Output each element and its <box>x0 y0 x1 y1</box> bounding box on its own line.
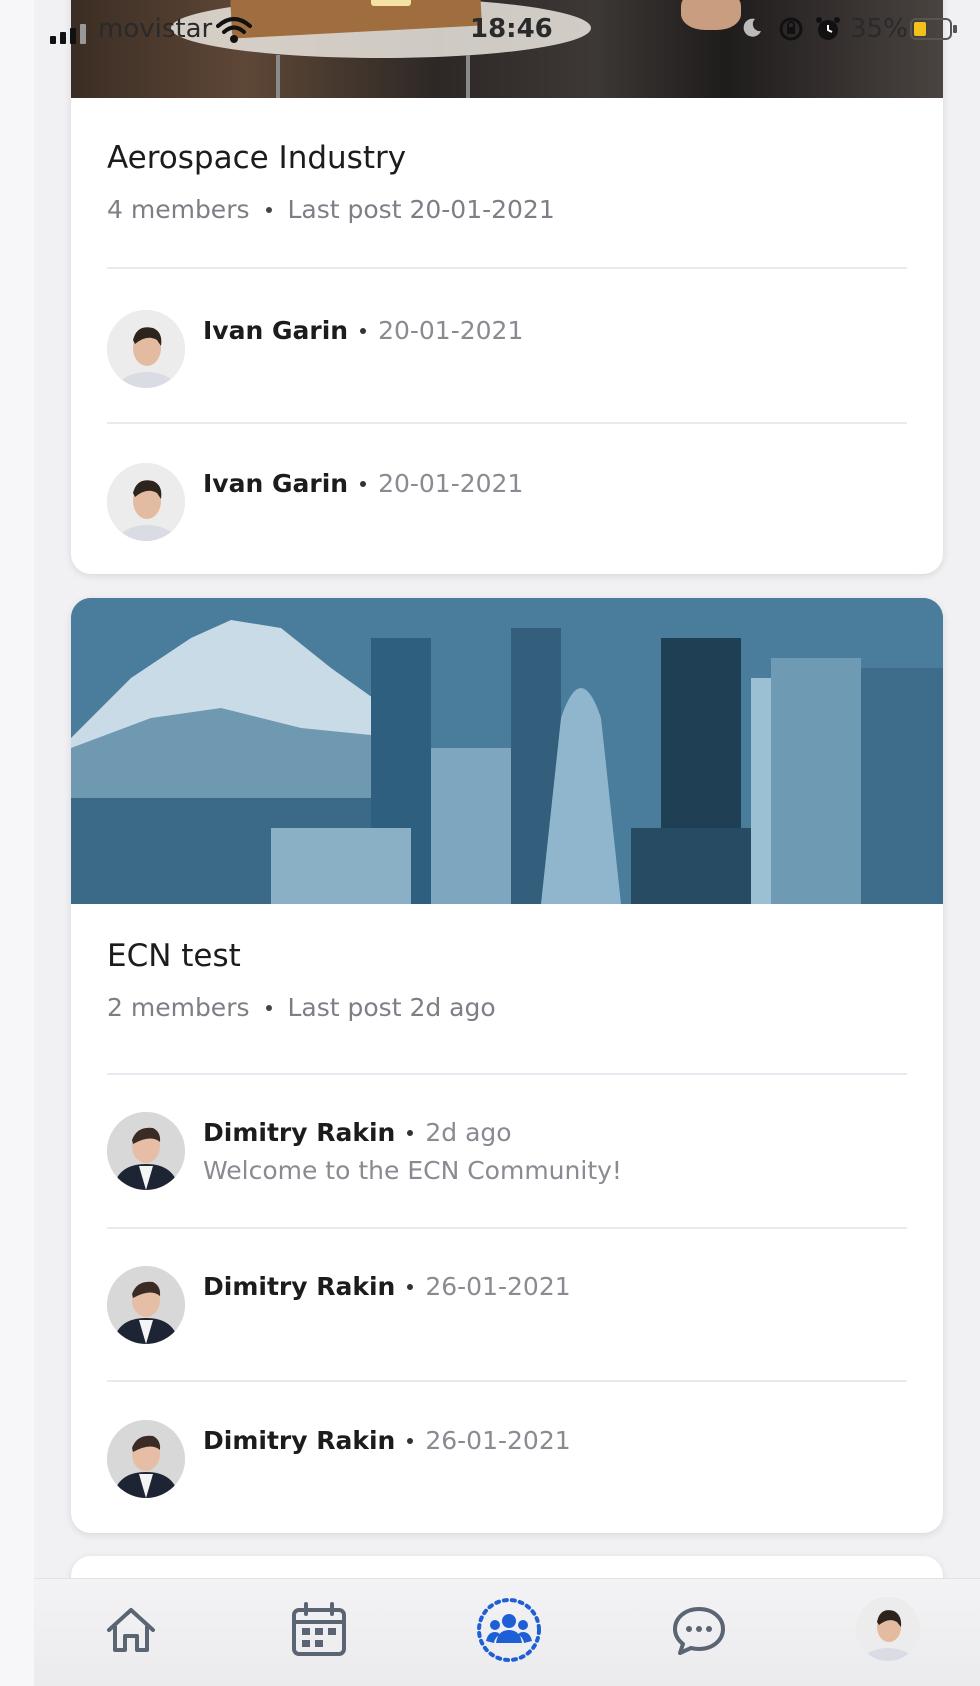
nav-events[interactable] <box>284 1597 354 1667</box>
separator-dot <box>265 206 272 213</box>
author-name: Ivan Garin <box>203 316 349 345</box>
post-row[interactable]: Dimitry Rakin 2d ago Welcome to the ECN … <box>107 1112 907 1192</box>
post-header: Ivan Garin 20-01-2021 <box>203 469 523 498</box>
post-date: 20-01-2021 <box>378 316 524 345</box>
community-icon <box>476 1597 542 1667</box>
status-bar: movistar 18:46 35% <box>34 0 980 62</box>
post-header: Dimitry Rakin 26-01-2021 <box>203 1426 571 1455</box>
group-card-ecn-test[interactable]: ECN test 2 members Last post 2d ago Dimi… <box>71 598 943 1533</box>
calendar-icon <box>289 1600 349 1664</box>
signal-icon <box>50 24 86 44</box>
battery-percent: 35% <box>850 14 908 44</box>
carrier-name: movistar <box>98 14 213 44</box>
post-row[interactable]: Ivan Garin 20-01-2021 <box>107 463 907 543</box>
nav-communities[interactable] <box>474 1597 544 1667</box>
divider <box>107 422 907 424</box>
separator-dot <box>360 327 367 334</box>
post-excerpt: Welcome to the ECN Community! <box>203 1156 622 1185</box>
author-avatar <box>107 310 185 388</box>
group-card-aerospace[interactable]: Aerospace Industry 4 members Last post 2… <box>71 0 943 574</box>
group-cover-image <box>71 598 943 904</box>
post-row[interactable]: Ivan Garin 20-01-2021 <box>107 310 907 390</box>
group-title: ECN test <box>107 938 241 974</box>
members-count: 4 members <box>107 195 250 224</box>
battery-icon <box>910 18 957 40</box>
author-name: Dimitry Rakin <box>203 1426 396 1455</box>
author-avatar <box>107 1420 185 1498</box>
separator-dot <box>407 1437 414 1444</box>
post-header: Ivan Garin 20-01-2021 <box>203 316 523 345</box>
post-date: 20-01-2021 <box>378 469 524 498</box>
post-header: Dimitry Rakin 2d ago <box>203 1118 512 1147</box>
alarm-icon <box>814 15 842 47</box>
post-row[interactable]: Dimitry Rakin 26-01-2021 <box>107 1420 907 1500</box>
last-post-info: Last post 2d ago <box>287 993 496 1022</box>
home-icon <box>103 1602 159 1662</box>
phone-screen: movistar 18:46 35% Aerospace Industry 4 … <box>34 0 980 1686</box>
rotation-lock-icon <box>778 16 804 46</box>
author-avatar <box>107 1112 185 1190</box>
separator-dot <box>265 1004 272 1011</box>
separator-dot <box>407 1129 414 1136</box>
post-date: 26-01-2021 <box>425 1272 571 1301</box>
chat-icon <box>670 1601 728 1663</box>
divider <box>107 1380 907 1382</box>
author-name: Dimitry Rakin <box>203 1272 396 1301</box>
group-meta: 2 members Last post 2d ago <box>107 993 496 1022</box>
last-post-info: Last post 20-01-2021 <box>287 195 555 224</box>
divider <box>107 1073 907 1075</box>
separator-dot <box>360 480 367 487</box>
divider <box>107 267 907 269</box>
left-edge-strip <box>0 0 35 1686</box>
group-meta: 4 members Last post 20-01-2021 <box>107 195 555 224</box>
post-row[interactable]: Dimitry Rakin 26-01-2021 <box>107 1266 907 1346</box>
author-name: Ivan Garin <box>203 469 349 498</box>
group-title: Aerospace Industry <box>107 140 407 176</box>
post-date: 2d ago <box>425 1118 512 1147</box>
author-avatar <box>107 1266 185 1344</box>
members-count: 2 members <box>107 993 250 1022</box>
post-date: 26-01-2021 <box>425 1426 571 1455</box>
clock-time: 18:46 <box>470 14 553 44</box>
author-name: Dimitry Rakin <box>203 1118 396 1147</box>
wifi-icon <box>216 16 252 48</box>
battery-level-fill <box>914 22 926 36</box>
bottom-navigation <box>34 1578 980 1686</box>
profile-avatar[interactable] <box>856 1597 920 1661</box>
nav-messages[interactable] <box>664 1597 734 1667</box>
author-avatar <box>107 463 185 541</box>
separator-dot <box>407 1283 414 1290</box>
do-not-disturb-icon <box>740 16 764 40</box>
post-header: Dimitry Rakin 26-01-2021 <box>203 1272 571 1301</box>
nav-home[interactable] <box>96 1597 166 1667</box>
divider <box>107 1227 907 1229</box>
